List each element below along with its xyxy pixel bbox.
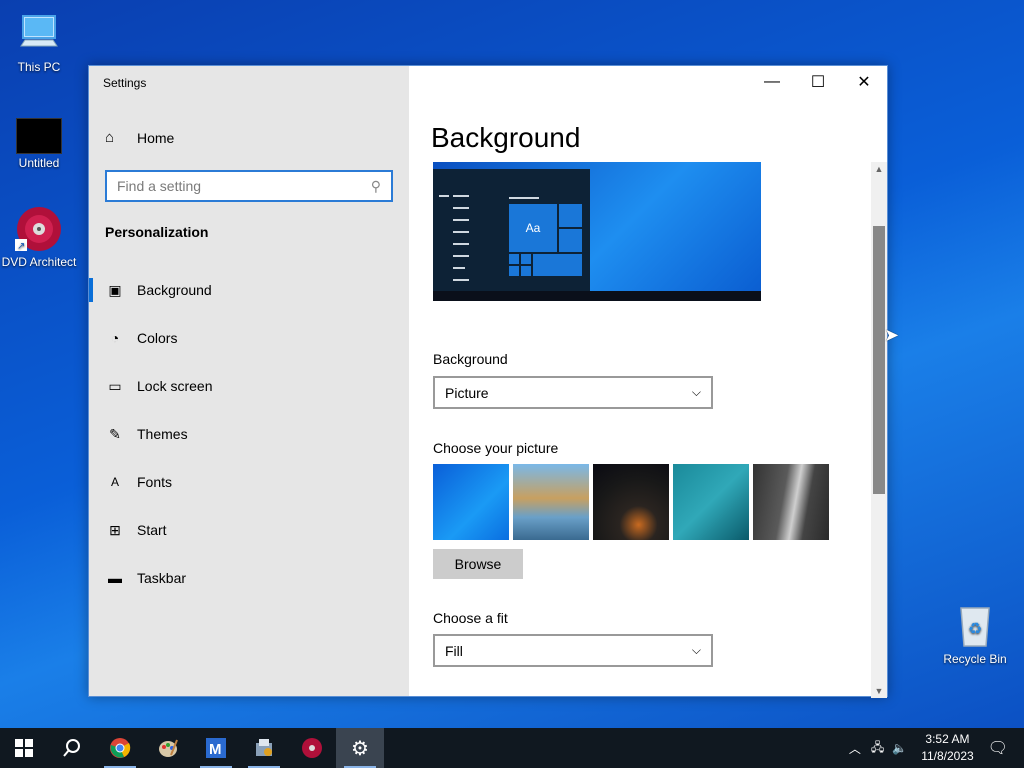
section-title: Personalization: [105, 224, 209, 240]
sidebar-item-label: Themes: [137, 426, 188, 442]
desktop-icon-label: DVD Architect: [1, 255, 77, 269]
sidebar-nav: ▣ Background ◔ Colors ▭ Lock screen ✎ Th…: [89, 266, 409, 602]
sidebar-item-colors[interactable]: ◔ Colors: [89, 314, 409, 362]
lock-screen-icon: ▭: [108, 377, 122, 394]
computer-icon: [15, 10, 63, 58]
paint-icon[interactable]: [144, 728, 192, 768]
volume-muted-icon[interactable]: 🔈: [892, 741, 907, 755]
clock-time: 3:52 AM: [925, 732, 970, 746]
background-label: Background: [433, 351, 508, 367]
settings-icon[interactable]: ⚙: [336, 728, 384, 768]
chrome-icon[interactable]: [96, 728, 144, 768]
background-preview: Aa: [433, 162, 761, 301]
clock-date: 11/8/2023: [921, 749, 974, 763]
settings-window: Settings ⌂ Home ⚲ Personalization ▣ Back…: [88, 65, 888, 698]
font-icon: A: [110, 475, 119, 489]
background-dropdown[interactable]: Picture ⌵: [433, 376, 713, 409]
page-title: Background: [431, 122, 581, 153]
picture-thumbnails: [433, 464, 829, 540]
home-label: Home: [137, 129, 175, 146]
desktop-icon-label: This PC: [17, 60, 61, 74]
picture-icon: ▣: [108, 281, 122, 298]
visual-studio-icon[interactable]: M: [192, 728, 240, 768]
svg-text:M: M: [209, 741, 222, 758]
window-controls: — ☐ ✕: [749, 66, 887, 98]
sidebar-item-label: Fonts: [137, 474, 173, 490]
home-icon: ⌂: [105, 129, 115, 146]
desktop-icon-this-pc[interactable]: This PC: [0, 10, 79, 74]
taskbar: M ⚙ ︿ 🖧 🔈 3:52 AM 11/8/2023 🗨: [0, 728, 1024, 768]
background-dropdown-value: Picture: [445, 384, 489, 401]
taskbar-icon: ▬: [108, 570, 122, 586]
close-button[interactable]: ✕: [841, 66, 887, 98]
scrollbar-thumb[interactable]: [873, 226, 885, 494]
clock[interactable]: 3:52 AM 11/8/2023: [921, 731, 974, 765]
dvd-icon[interactable]: [288, 728, 336, 768]
window-title: Settings: [103, 76, 147, 90]
installer-icon[interactable]: [240, 728, 288, 768]
chevron-down-icon: ⌵: [691, 385, 701, 399]
desktop-icon-label: Recycle Bin: [943, 652, 1007, 666]
sidebar-item-label: Taskbar: [137, 570, 187, 586]
fit-label: Choose a fit: [433, 610, 508, 626]
sidebar-item-label: Colors: [137, 330, 178, 346]
fit-dropdown-value: Fill: [445, 642, 463, 659]
dvd-icon: ↗: [15, 205, 63, 253]
sidebar-item-taskbar[interactable]: ▬ Taskbar: [89, 554, 409, 602]
main-content: — ☐ ✕ Background Aa Background Picture ⌵…: [409, 66, 887, 698]
chevron-up-icon[interactable]: ︿: [849, 740, 861, 757]
thumbnail-waterfall[interactable]: [753, 464, 829, 540]
chevron-down-icon: ⌵: [691, 643, 701, 657]
scroll-down-arrow-icon[interactable]: ▼: [871, 686, 887, 696]
sidebar-item-label: Background: [137, 282, 212, 298]
thumbnail-night-sky[interactable]: [593, 464, 669, 540]
notification-icon[interactable]: 🗨: [988, 738, 1008, 758]
preview-tile: Aa: [509, 204, 557, 252]
sidebar-item-fonts[interactable]: A Fonts: [89, 458, 409, 506]
start-icon: ⊞: [109, 521, 121, 538]
recycle-bin-icon: ♻: [951, 602, 999, 650]
palette-icon: ◔: [110, 330, 120, 346]
sidebar-item-background[interactable]: ▣ Background: [89, 266, 409, 314]
svg-text:↗: ↗: [17, 241, 25, 252]
scrollbar[interactable]: ▲ ▼: [871, 162, 887, 698]
sidebar-item-home[interactable]: ⌂ Home: [105, 129, 174, 146]
sidebar-item-lock-screen[interactable]: ▭ Lock screen: [89, 362, 409, 410]
brush-icon: ✎: [109, 425, 121, 442]
sidebar-item-label: Start: [137, 522, 167, 538]
scroll-up-arrow-icon[interactable]: ▲: [871, 164, 887, 174]
start-button[interactable]: [0, 728, 48, 768]
system-tray: ︿ 🖧 🔈 3:52 AM 11/8/2023 🗨: [849, 728, 1024, 768]
choose-picture-label: Choose your picture: [433, 440, 559, 456]
maximize-button[interactable]: ☐: [795, 66, 841, 98]
desktop-icon-untitled[interactable]: Untitled: [0, 112, 79, 170]
network-icon[interactable]: 🖧: [871, 738, 884, 759]
desktop-icon-recycle-bin[interactable]: ♻ Recycle Bin: [935, 602, 1015, 666]
gear-icon: ⚙: [351, 737, 369, 760]
sidebar-item-label: Lock screen: [137, 378, 213, 394]
desktop-icon-dvd-architect[interactable]: ↗ DVD Architect: [0, 205, 79, 269]
search-icon[interactable]: [48, 728, 96, 768]
search-box: ⚲: [105, 170, 393, 202]
preview-taskbar: [433, 291, 761, 301]
minimize-button[interactable]: —: [749, 66, 795, 98]
mouse-cursor-icon: ➤: [884, 325, 900, 345]
thumbnail-underwater[interactable]: [673, 464, 749, 540]
sidebar-item-themes[interactable]: ✎ Themes: [89, 410, 409, 458]
windows-logo-icon: [15, 739, 33, 757]
preview-start-menu: Aa: [433, 169, 590, 294]
fit-dropdown[interactable]: Fill ⌵: [433, 634, 713, 667]
search-icon[interactable]: ⚲: [371, 178, 381, 195]
desktop-icon-label: Untitled: [18, 156, 60, 170]
thumbnail-beach-rocks[interactable]: [513, 464, 589, 540]
svg-text:♻: ♻: [968, 621, 982, 638]
browse-button[interactable]: Browse: [433, 549, 523, 579]
search-input[interactable]: [117, 178, 371, 194]
sidebar: Settings ⌂ Home ⚲ Personalization ▣ Back…: [89, 66, 409, 696]
thumbnail-windows-blue[interactable]: [433, 464, 509, 540]
blank-document-icon: [16, 118, 62, 154]
sidebar-item-start[interactable]: ⊞ Start: [89, 506, 409, 554]
